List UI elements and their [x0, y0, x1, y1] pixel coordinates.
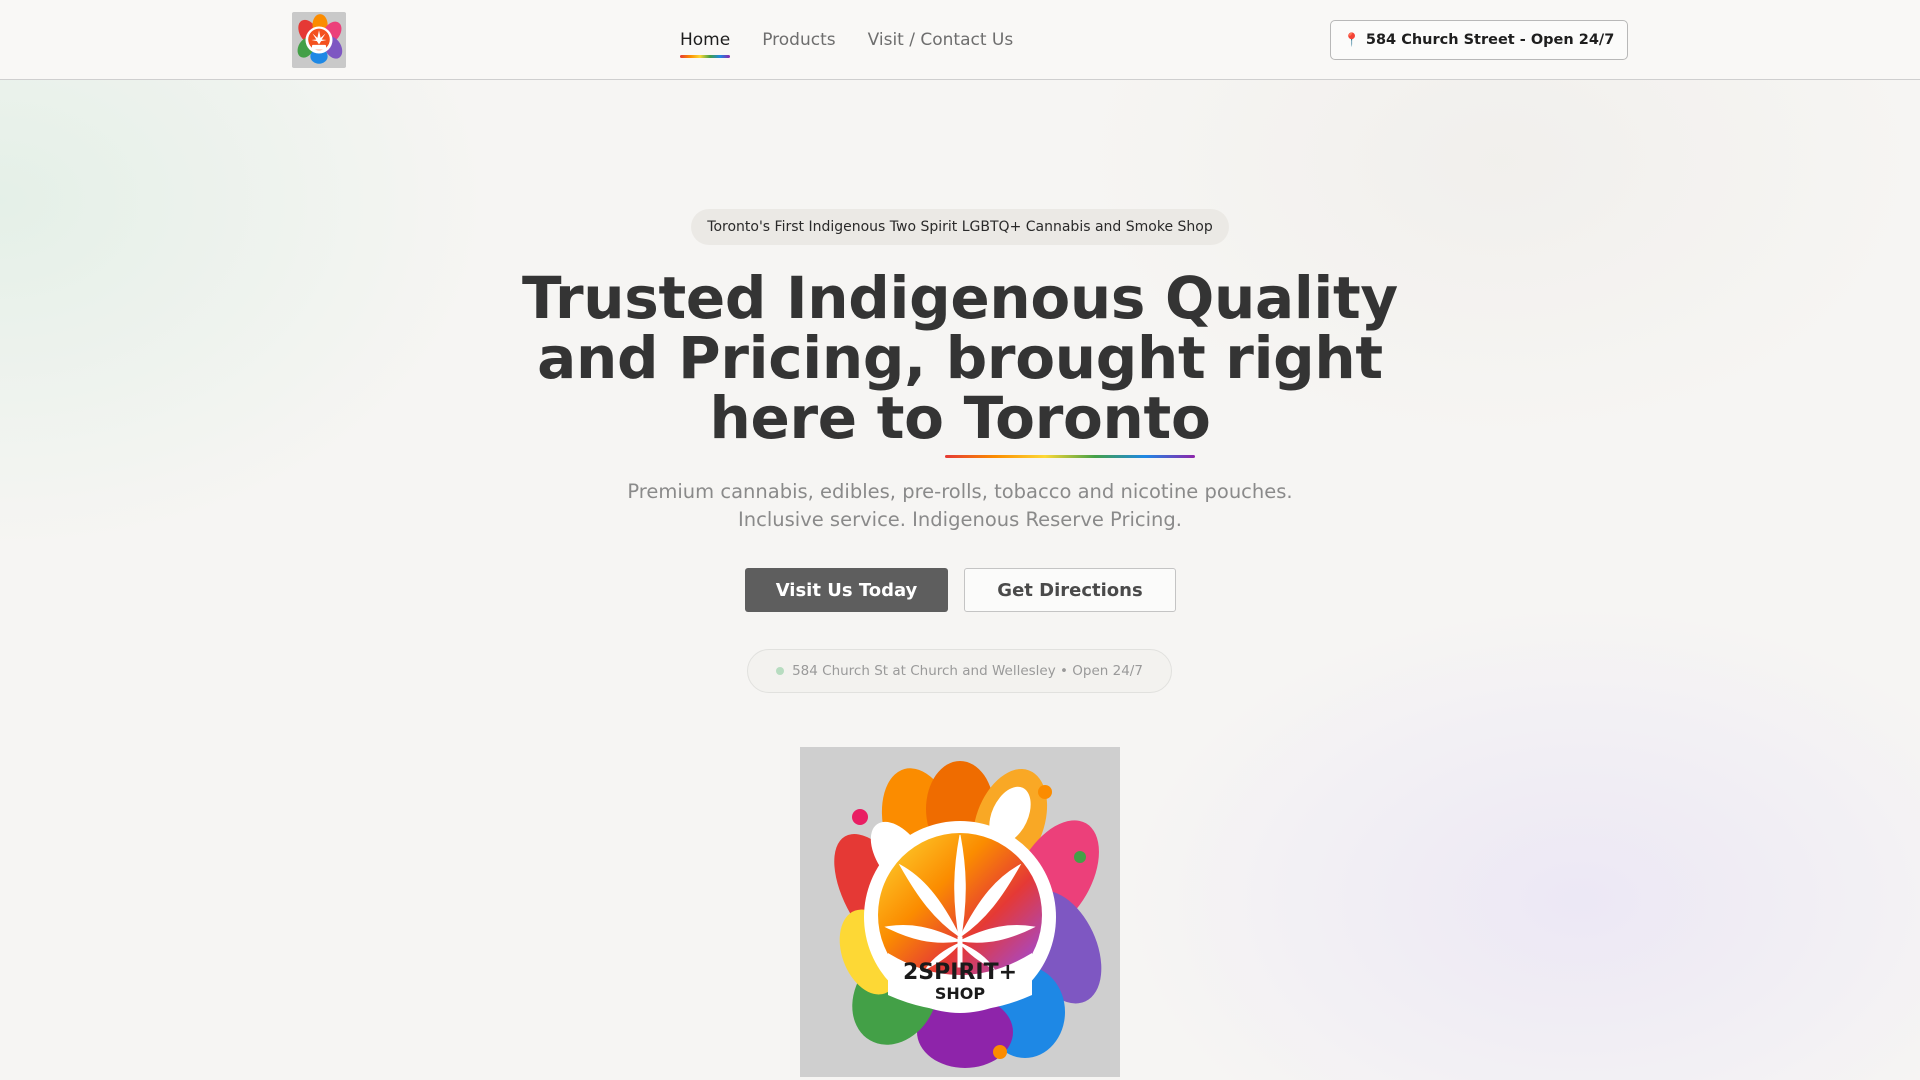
nav-products[interactable]: Products [762, 26, 835, 54]
hero-logo-text-2: SHOP [935, 984, 986, 1003]
header-logo[interactable] [292, 12, 346, 68]
cannabis-leaf-logo-icon: 2SPIRIT+ SHOP [800, 747, 1120, 1077]
main-nav: Home Products Visit / Contact Us [680, 0, 1013, 80]
subtext-line-2: Inclusive service. Indigenous Reserve Pr… [738, 508, 1182, 531]
address-hours-button[interactable]: 📍 584 Church Street - Open 24/7 [1330, 20, 1628, 60]
page: Home Products Visit / Contact Us 📍 584 C… [0, 0, 1920, 1080]
hero-subtext: Premium cannabis, edibles, pre-rolls, to… [560, 478, 1360, 534]
address-button-label: 584 Church Street - Open 24/7 [1365, 32, 1615, 48]
hero-logo-text-1: 2SPIRIT+ [903, 960, 1017, 985]
nav-home[interactable]: Home [680, 26, 731, 58]
visit-us-today-button[interactable]: Visit Us Today [745, 568, 948, 612]
hero-headline: Trusted Indigenous Quality and Pricing, … [460, 268, 1460, 448]
headline-line-1: Trusted Indigenous Quality [522, 264, 1398, 332]
headline-line-3: here to Toronto [709, 384, 1211, 452]
hero-section: Toronto's First Indigenous Two Spirit LG… [0, 80, 1920, 1080]
headline-line-2: and Pricing, brought right [537, 324, 1383, 392]
location-status-pill: 584 Church St at Church and Wellesley • … [747, 649, 1172, 693]
map-pin-icon: 📍 [1343, 32, 1360, 48]
subtext-line-1: Premium cannabis, edibles, pre-rolls, to… [627, 480, 1293, 503]
location-status-text: 584 Church St at Church and Wellesley • … [792, 663, 1143, 679]
get-directions-button[interactable]: Get Directions [964, 568, 1176, 612]
rainbow-underline [945, 455, 1195, 458]
site-header: Home Products Visit / Contact Us 📍 584 C… [0, 0, 1920, 80]
tagline-badge: Toronto's First Indigenous Two Spirit LG… [691, 209, 1229, 245]
hero-logo-image: 2SPIRIT+ SHOP [800, 747, 1120, 1077]
logo-emblem-icon [292, 13, 346, 67]
nav-visit-contact[interactable]: Visit / Contact Us [868, 26, 1014, 54]
open-status-dot-icon [776, 667, 785, 675]
